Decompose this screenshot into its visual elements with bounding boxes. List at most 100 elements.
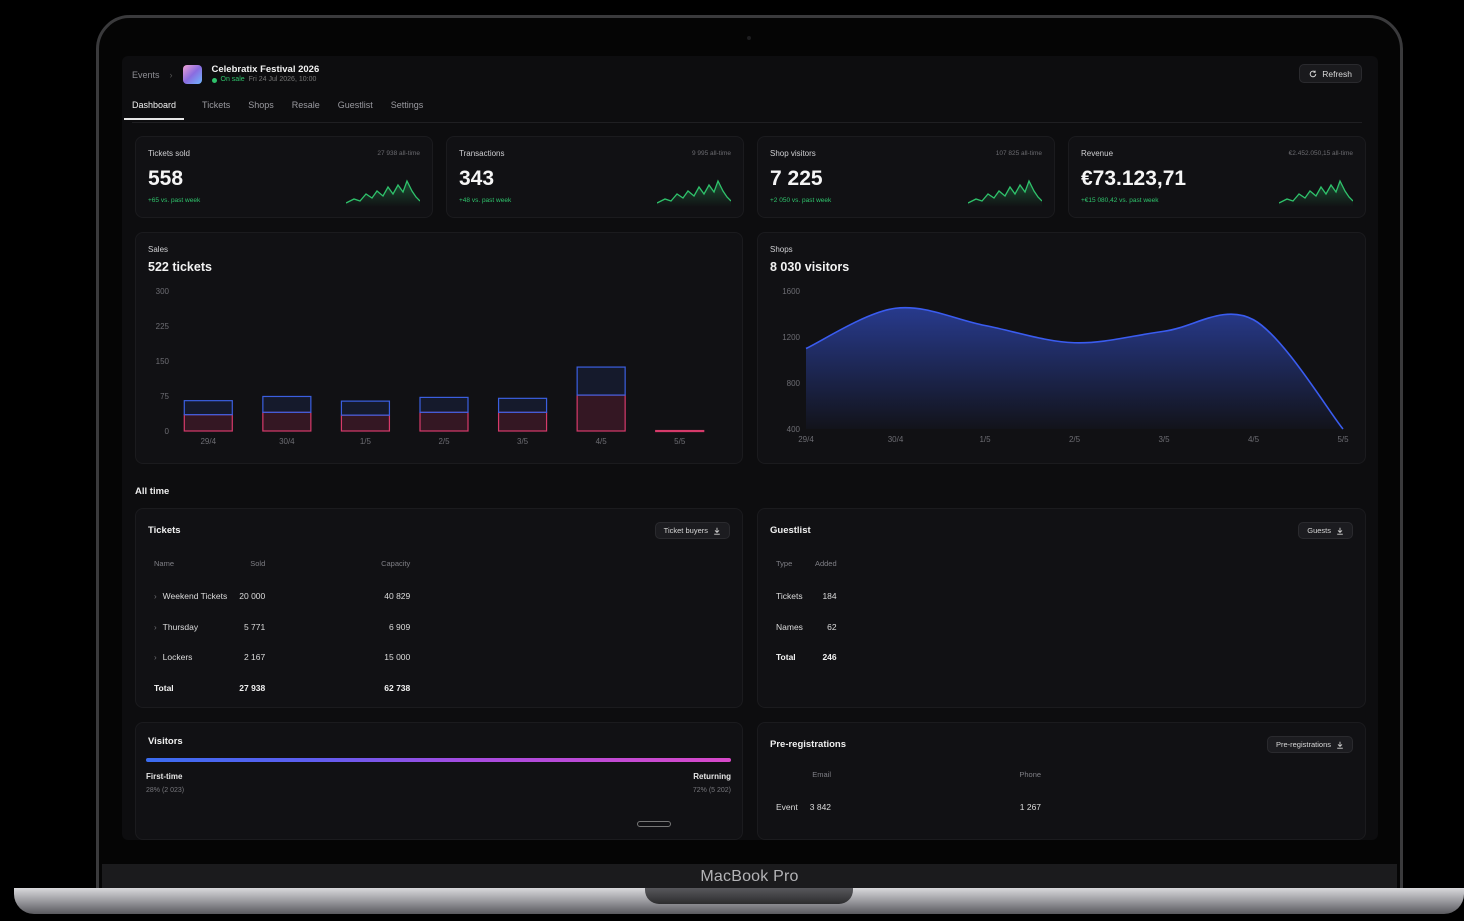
tickets-card: Tickets Ticket buyers Name Sold Capacity…: [135, 508, 743, 708]
ticket-name: Lockers: [162, 652, 193, 663]
x-tick-label: 30/4: [279, 437, 295, 446]
event-date: Fri 24 Jul 2026, 10:00: [248, 76, 317, 83]
tab-divider: [132, 122, 1362, 123]
tab-dashboard[interactable]: Dashboard: [124, 100, 185, 120]
kpi-delta: +€15 080,42 vs. past week: [1081, 197, 1159, 204]
x-tick-label: 4/5: [1248, 435, 1260, 444]
x-tick-label: 2/5: [1069, 435, 1081, 444]
y-tick-label: 1600: [782, 287, 800, 296]
kpi-label: Shop visitors: [770, 149, 816, 158]
chevron-right-icon[interactable]: ›: [154, 623, 157, 632]
event-title: Celebratix Festival 2026: [211, 64, 320, 75]
y-tick-label: 0: [165, 427, 170, 436]
guest-type: Names: [776, 621, 803, 632]
table-row: Names 62: [770, 612, 843, 643]
bar-lower: [419, 411, 469, 432]
sparkline: [346, 179, 420, 207]
table-row: Event 3 842 1 267: [770, 792, 1047, 823]
first-time-label: First-time: [146, 772, 183, 781]
tickets-title: Tickets: [148, 525, 181, 536]
col-header-sold: Sold: [250, 559, 266, 568]
returning-label: Returning: [693, 772, 731, 781]
kpi-all-time: 9 995 all-time: [691, 150, 731, 157]
y-tick-label: 225: [156, 322, 170, 331]
guests-label: Guests: [1307, 526, 1331, 535]
kpi-card-tickets: Tickets sold 27 938 all-time 558 +65 vs.…: [135, 136, 433, 218]
visitors-progress-bar: [146, 758, 731, 762]
table-row[interactable]: › Lockers 2 167 15 000: [148, 642, 416, 673]
col-header-type: Type: [776, 559, 793, 568]
tab-shops[interactable]: Shops: [248, 100, 274, 120]
ticket-buyers-label: Ticket buyers: [663, 526, 708, 535]
tab-tickets[interactable]: Tickets: [202, 100, 230, 120]
ticket-name: Thursday: [162, 621, 199, 632]
preregistrations-title: Pre-registrations: [770, 739, 847, 750]
tab-resale[interactable]: Resale: [292, 100, 320, 120]
breadcrumb-events[interactable]: Events: [132, 70, 160, 80]
col-header-capacity: Capacity: [381, 559, 411, 568]
shops-card: Shops 8 030 visitors 1600 1200 800 400 29/4 3…: [757, 232, 1366, 464]
preregistrations-card: Pre-registrations Pre-registrations Emai…: [757, 722, 1366, 840]
tickets-table: Name Sold Capacity › Weekend Tickets 20 0…: [148, 559, 416, 703]
refresh-icon: [1309, 70, 1317, 77]
tab-guestlist[interactable]: Guestlist: [338, 100, 373, 120]
kpi-all-time: €2.452.050,15 all-time: [1288, 150, 1353, 157]
table-row[interactable]: › Weekend Tickets 20 000 40 829: [148, 581, 416, 612]
chevron-right-icon[interactable]: ›: [154, 592, 157, 601]
bar-upper: [497, 397, 548, 413]
guests-button[interactable]: Guests: [1298, 522, 1353, 539]
dashboard-screen: Events › Celebratix Festival 2026 On sal…: [122, 56, 1378, 840]
preregistrations-table: Email Phone Event 3 842 1 267: [770, 770, 1047, 823]
kpi-value: 7 225: [770, 167, 823, 190]
preregistrations-button[interactable]: Pre-registrations: [1266, 736, 1353, 753]
y-tick-label: 75: [160, 392, 169, 401]
scroll-indicator[interactable]: [637, 821, 671, 827]
kpi-card-shop-visitors: Shop visitors 107 825 all-time 7 225 +2 …: [757, 136, 1055, 218]
refresh-button[interactable]: Refresh: [1299, 64, 1362, 83]
bar-upper: [262, 395, 312, 413]
returning-value: 72% (5 202): [692, 787, 731, 794]
guest-added: 184: [822, 591, 837, 602]
preregistrations-label: Pre-registrations: [1275, 740, 1331, 749]
table-row: Tickets 184: [770, 581, 843, 612]
col-header-phone: Phone: [1019, 770, 1042, 779]
y-tick-label: 150: [156, 357, 170, 366]
event-logo: [182, 65, 202, 84]
guest-type: Tickets: [776, 591, 803, 602]
ticket-buyers-button[interactable]: Ticket buyers: [654, 522, 730, 539]
x-tick-label: 4/5: [596, 437, 608, 446]
y-tick-label: 1200: [782, 333, 800, 342]
x-tick-label: 3/5: [1158, 435, 1170, 444]
table-row[interactable]: › Thursday 5 771 6 909: [148, 612, 416, 643]
col-header-added: Added: [814, 559, 837, 568]
sales-bar-chart: 300 225 150 75 0 29/4 30/4 1/5 2/5 3/5 4/5 5/5: [156, 287, 705, 446]
total-added: 246: [822, 652, 837, 663]
kpi-value: 558: [148, 167, 184, 190]
col-header-blank: [770, 770, 804, 792]
x-tick-label: 1/5: [979, 435, 991, 444]
ticket-capacity: 40 829: [384, 591, 411, 602]
y-tick-label: 400: [787, 425, 801, 434]
x-tick-label: 2/5: [438, 437, 450, 446]
download-icon: [1337, 527, 1343, 535]
download-icon: [714, 527, 720, 535]
x-tick-label: 3/5: [517, 437, 529, 446]
first-time-value: 28% (2 023): [146, 787, 185, 794]
total-capacity: 62 738: [384, 682, 411, 693]
table-total-row: Total 27 938 62 738: [148, 673, 416, 704]
chevron-right-icon[interactable]: ›: [154, 653, 157, 662]
visitors-title: Visitors: [148, 736, 183, 747]
ticket-sold: 2 167: [243, 652, 266, 663]
y-tick-label: 300: [156, 287, 170, 296]
event-info: Celebratix Festival 2026 On sale Fri 24 …: [211, 64, 320, 85]
status-dot-icon: [211, 77, 217, 83]
tab-settings[interactable]: Settings: [391, 100, 424, 120]
bar-lower: [183, 414, 233, 432]
ticket-name: Weekend Tickets: [162, 591, 228, 602]
kpi-all-time: 107 825 all-time: [995, 150, 1042, 157]
sparkline: [968, 179, 1042, 207]
bar-upper: [183, 400, 233, 416]
x-tick-label: 30/4: [888, 435, 904, 444]
refresh-label: Refresh: [1322, 68, 1352, 79]
bar-upper: [419, 396, 469, 413]
